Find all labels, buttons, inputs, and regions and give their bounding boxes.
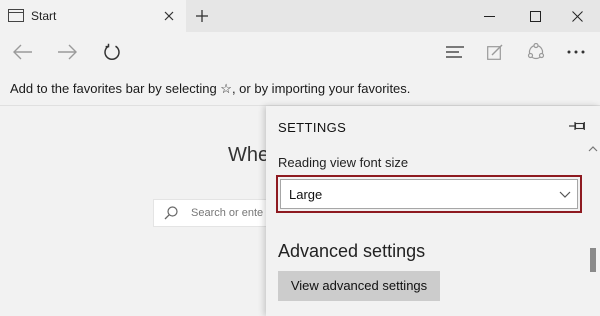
favorites-bar-message: Add to the favorites bar by selecting ☆,… (10, 81, 411, 96)
chevron-down-icon (559, 191, 571, 198)
arrow-right-icon (58, 44, 77, 60)
close-window-button[interactable] (554, 0, 600, 32)
forward-button[interactable] (50, 36, 84, 68)
pin-button[interactable] (568, 119, 586, 133)
search-icon (164, 206, 178, 220)
back-button[interactable] (6, 36, 40, 68)
new-tab-button[interactable] (190, 5, 214, 27)
tab-title: Start (31, 9, 57, 23)
scrollbar-thumb[interactable] (590, 248, 596, 272)
font-size-value: Large (289, 187, 323, 202)
more-icon (567, 50, 585, 54)
close-icon (164, 11, 174, 21)
maximize-button[interactable] (512, 0, 558, 32)
tab-start[interactable]: Start (0, 0, 186, 32)
close-icon (571, 10, 583, 22)
font-size-label: Reading view font size (278, 155, 409, 170)
plus-icon (196, 10, 208, 22)
refresh-icon (104, 43, 120, 60)
arrow-left-icon (13, 44, 32, 60)
refresh-button[interactable] (95, 36, 129, 68)
start-search-box[interactable]: Search or ente (153, 199, 283, 227)
hub-button[interactable] (438, 36, 472, 68)
search-placeholder: Search or ente (191, 207, 264, 219)
share-icon (527, 43, 545, 60)
settings-panel: SETTINGS Reading view font size Large Ad… (266, 106, 600, 316)
view-advanced-settings-button[interactable]: View advanced settings (278, 271, 440, 301)
font-size-dropdown[interactable]: Large (280, 179, 578, 209)
settings-title: SETTINGS (278, 120, 347, 135)
pin-icon (569, 122, 585, 130)
tab-page-icon (8, 9, 24, 22)
navigation-bar (0, 32, 600, 72)
favorites-bar: Add to the favorites bar by selecting ☆,… (0, 72, 600, 106)
settings-scrollbar[interactable] (586, 138, 600, 316)
start-page-heading: Whe (228, 144, 270, 166)
title-bar: Start (0, 0, 600, 32)
web-note-icon (487, 44, 503, 60)
minimize-icon (483, 15, 495, 17)
scroll-up-icon (588, 146, 598, 152)
hub-icon (446, 46, 464, 58)
web-note-button[interactable] (478, 36, 512, 68)
tab-close-button[interactable] (158, 6, 180, 26)
more-button[interactable] (559, 36, 593, 68)
minimize-button[interactable] (466, 0, 512, 32)
advanced-settings-heading: Advanced settings (278, 241, 426, 261)
share-button[interactable] (519, 36, 553, 68)
maximize-icon (529, 10, 541, 22)
